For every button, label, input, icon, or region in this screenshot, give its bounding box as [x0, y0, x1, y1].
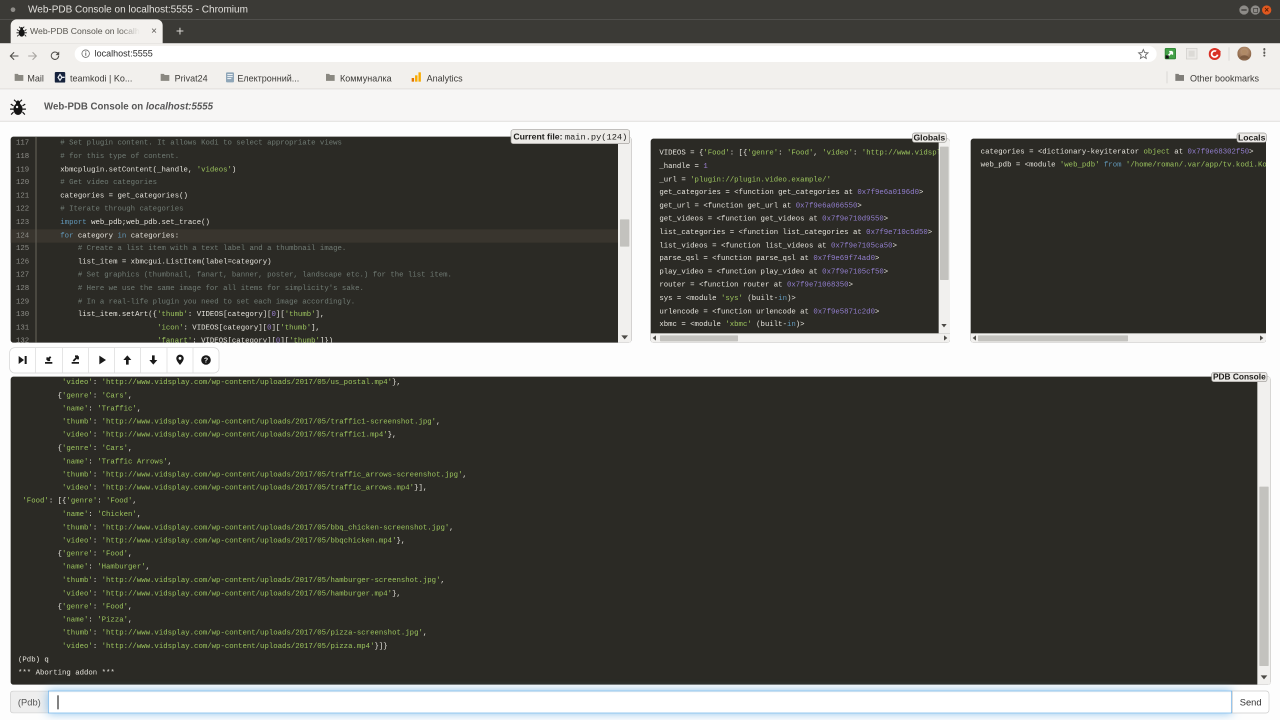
svg-text:?: ?	[204, 357, 208, 364]
